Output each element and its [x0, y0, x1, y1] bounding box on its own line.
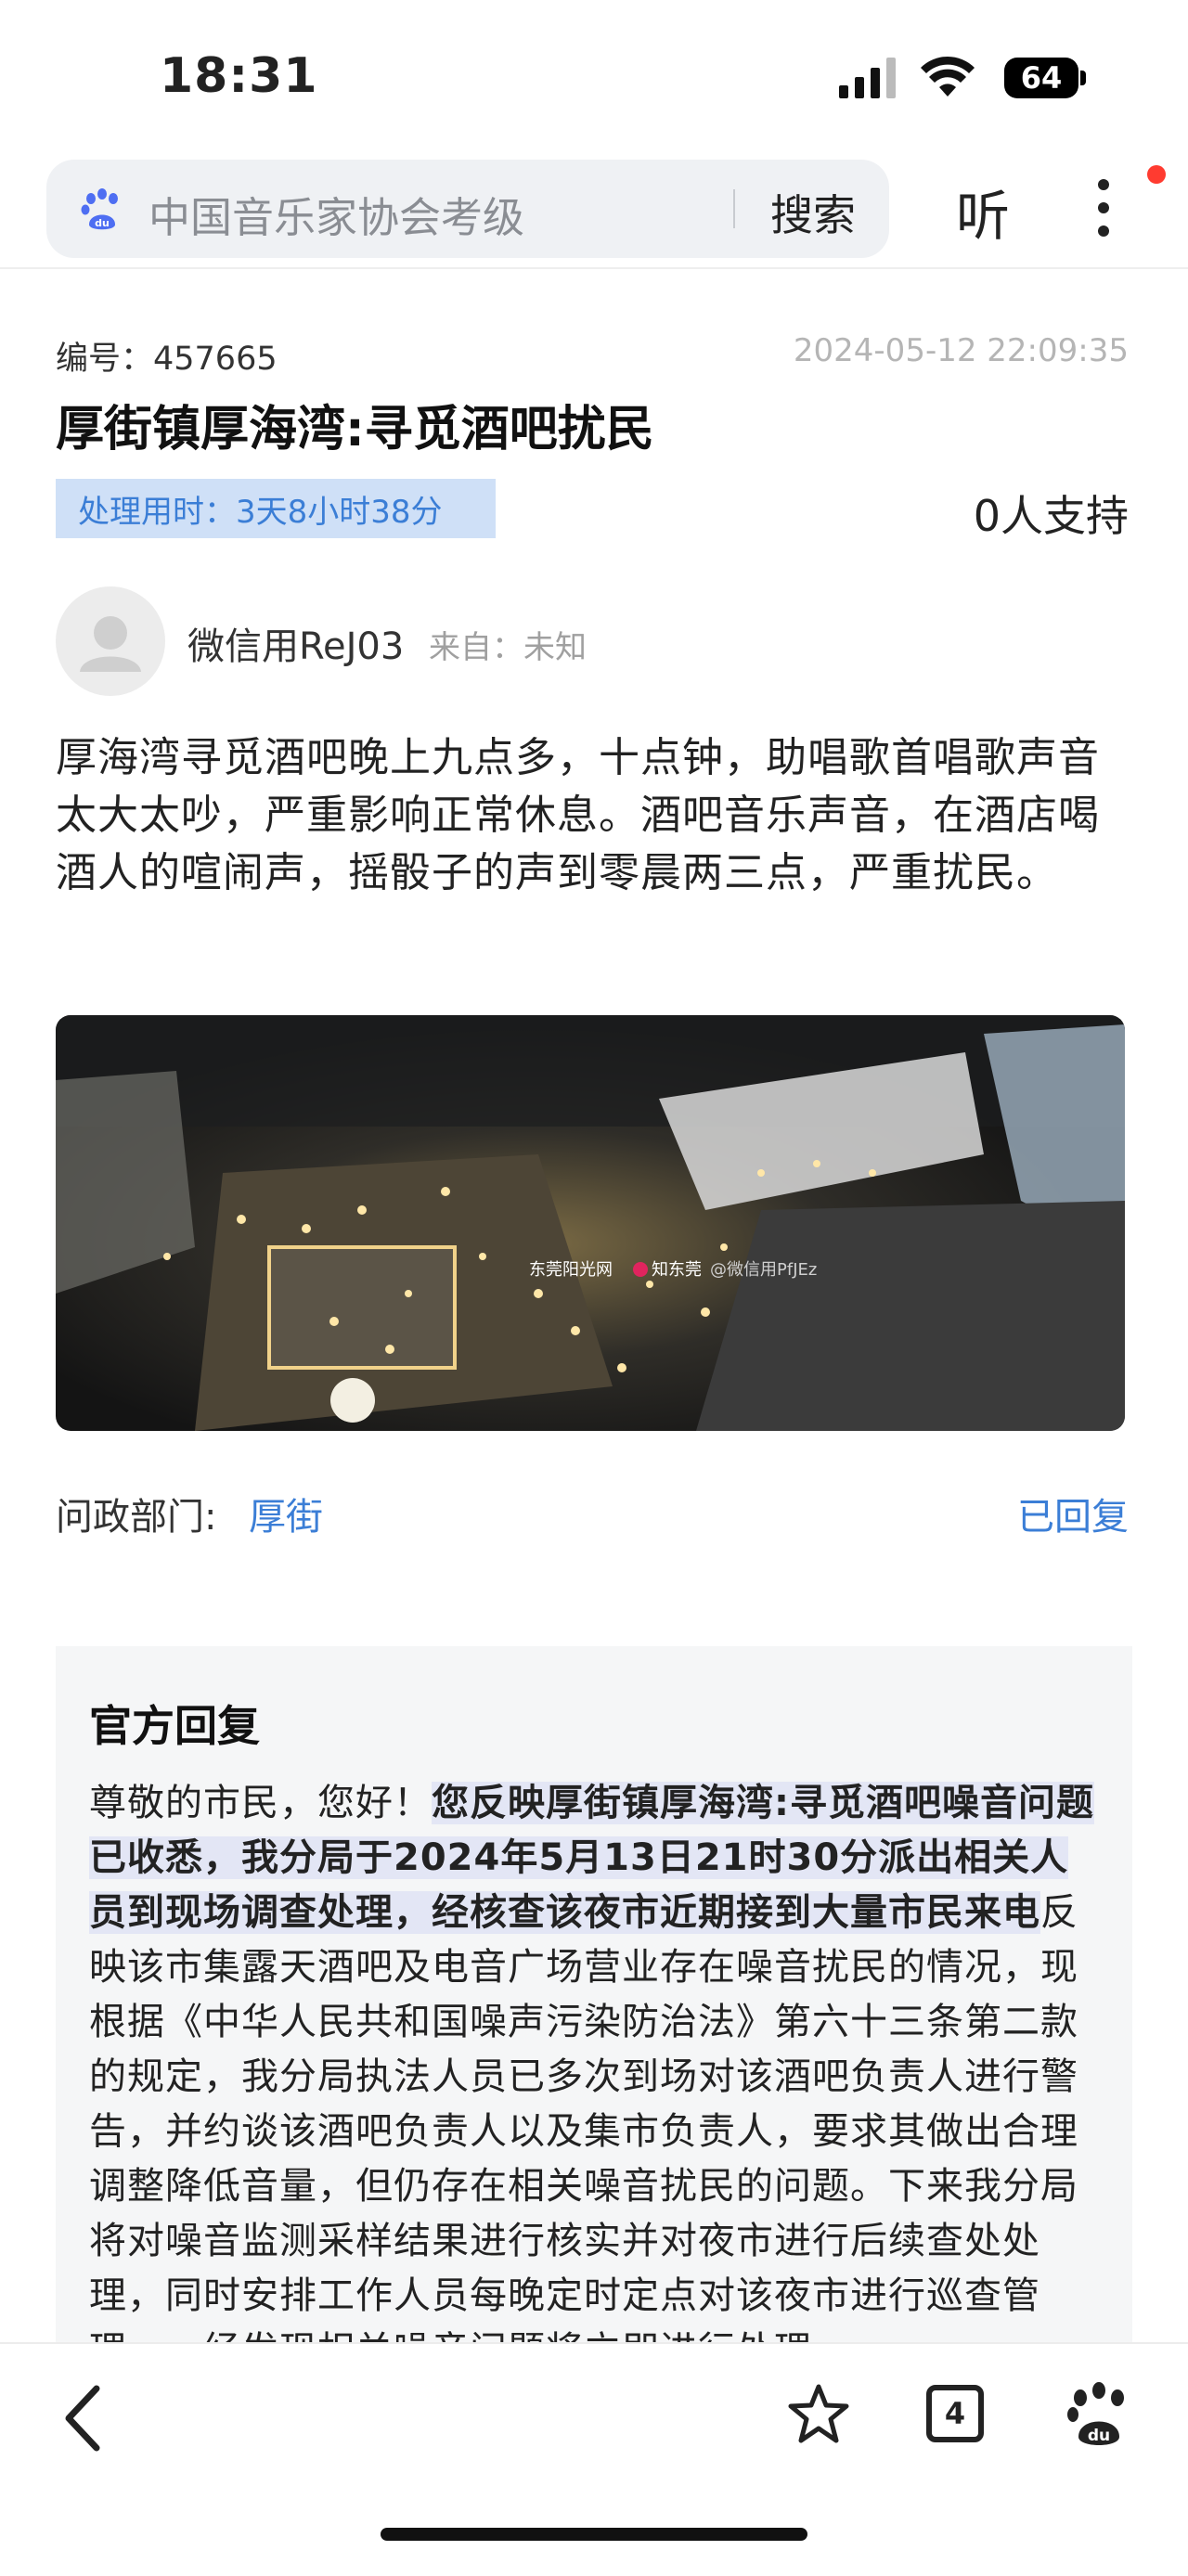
baidu-paw-icon: du [81, 188, 118, 230]
header-divider [0, 267, 1188, 269]
processing-time-badge: 处理用时：3天8小时38分 [56, 479, 496, 538]
tabs-icon[interactable]: 4 [926, 2385, 984, 2442]
search-input[interactable]: 中国音乐家协会考级 [148, 184, 524, 244]
cellular-signal-icon [839, 58, 896, 98]
avatar[interactable] [56, 586, 165, 696]
official-reply-body: 尊敬的市民，您好！您反映厚街镇厚海湾:寻觅酒吧噪音问题已收悉，我分局于2024年… [89, 1776, 1099, 2351]
photo-watermark-sunshine: 东莞阳光网 [529, 1260, 613, 1280]
post-datetime: 2024-05-12 22:09:35 [793, 332, 1129, 369]
department-link[interactable]: 厚街 [249, 1487, 323, 1540]
star-icon[interactable] [787, 2383, 850, 2446]
status-time: 18:31 [160, 48, 318, 104]
photo-watermark-zhidongguan: 知东莞 [652, 1260, 702, 1280]
photo-watermark-user: @微信用PfJEz [710, 1260, 817, 1280]
support-count[interactable]: 0人支持 [974, 483, 1129, 544]
default-avatar-icon [80, 616, 141, 672]
post-id: 编号：457665 [56, 341, 278, 378]
post-photo[interactable]: 东莞阳光网 知东莞 @微信用PfJEz [56, 1015, 1125, 1431]
more-vertical-icon[interactable] [1097, 178, 1110, 238]
battery-level: 64 [1020, 60, 1063, 96]
battery-tip [1080, 71, 1086, 85]
home-indicator [381, 2528, 807, 2541]
reply-text: 反映该市集露天酒吧及电音广场营业存在噪音扰民的情况，现根据《中华人民共和国噪声污… [89, 1891, 1078, 2351]
baidu-du-icon[interactable]: du [1065, 2381, 1132, 2448]
battery-indicator: 64 [1004, 58, 1078, 98]
official-reply-section: 官方回复 尊敬的市民，您好！您反映厚街镇厚海湾:寻觅酒吧噪音问题已收悉，我分局于… [56, 1646, 1132, 2351]
search-divider [733, 189, 735, 228]
search-button[interactable]: 搜索 [770, 182, 856, 243]
notification-dot [1147, 165, 1166, 184]
reply-status: 已回复 [1017, 1496, 1129, 1539]
bottom-toolbar: 4 du [0, 2342, 1188, 2576]
reply-greeting: 尊敬的市民，您好！ [89, 1782, 432, 1824]
svg-text:du: du [95, 217, 110, 229]
user-name: 微信用ReJ03 [187, 625, 405, 668]
search-bar[interactable]: du 中国音乐家协会考级 搜索 [46, 160, 889, 258]
tabs-count: 4 [944, 2396, 966, 2431]
listen-button[interactable]: 听 [956, 173, 1010, 251]
wifi-icon [921, 56, 975, 97]
official-reply-title: 官方回复 [89, 1701, 260, 1751]
back-chevron-icon[interactable] [56, 2381, 111, 2455]
department-label: 问政部门: [56, 1496, 217, 1539]
svg-text:du: du [1088, 2427, 1110, 2445]
user-source: 来自：未知 [429, 629, 587, 666]
post-title: 厚街镇厚海湾:寻觅酒吧扰民 [56, 402, 654, 457]
post-content: 厚海湾寻觅酒吧晚上九点多，十点钟，助唱歌首唱歌声音太大太吵，严重影响正常休息。酒… [56, 734, 1100, 896]
